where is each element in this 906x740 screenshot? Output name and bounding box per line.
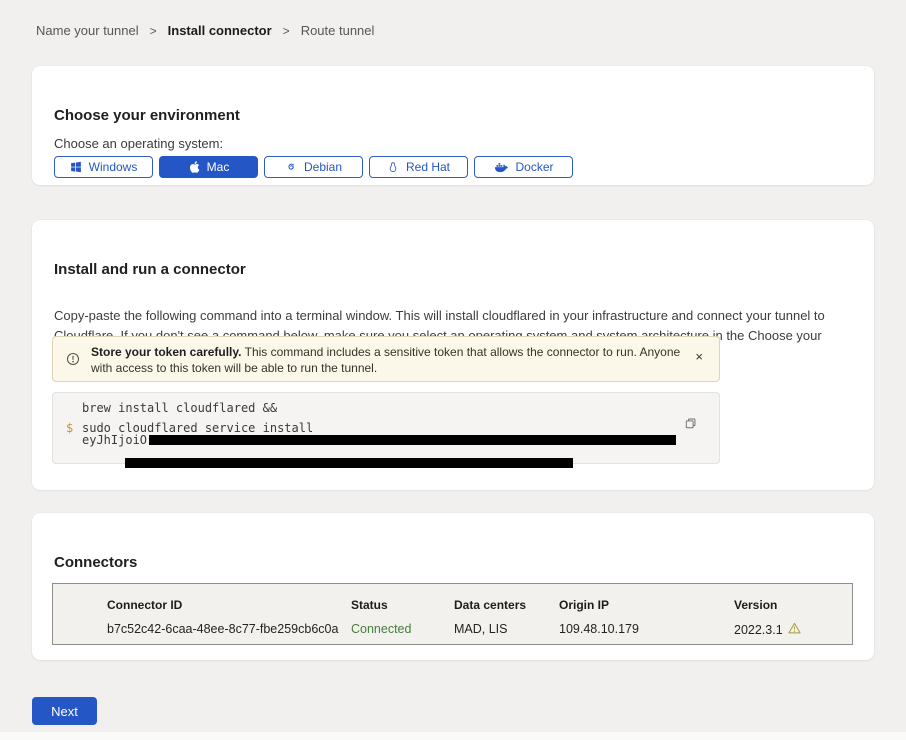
- breadcrumb-step-route-tunnel[interactable]: Route tunnel: [301, 23, 375, 38]
- close-icon[interactable]: ×: [691, 350, 707, 363]
- connectors-card: Connectors Connector ID b7c52c42-6caa-48…: [32, 513, 874, 660]
- code-prompt: $: [66, 421, 73, 435]
- os-select-label: Choose an operating system:: [54, 136, 223, 151]
- debian-icon: [285, 161, 297, 173]
- os-button-label: Debian: [304, 160, 342, 174]
- docker-icon: [493, 161, 508, 173]
- connector-id-header: Connector ID: [107, 598, 338, 612]
- connector-id-value: b7c52c42-6caa-48ee-8c77-fbe259cb6c0a: [107, 622, 338, 636]
- code-line-1: brew install cloudflared &&: [82, 401, 277, 415]
- token-warning-banner: Store your token carefully. This command…: [52, 336, 720, 382]
- token-warning-title: Store your token carefully.: [91, 345, 242, 359]
- install-connector-card: Install and run a connector Copy-paste t…: [32, 220, 874, 490]
- next-button[interactable]: Next: [32, 697, 97, 725]
- warning-triangle-icon: [788, 622, 801, 637]
- install-card-title: Install and run a connector: [54, 261, 246, 278]
- origin-ip-column: Origin IP 109.48.10.179: [559, 598, 639, 636]
- status-badge: Connected: [351, 622, 411, 636]
- os-button-label: Red Hat: [406, 160, 450, 174]
- breadcrumb-separator-icon: >: [150, 24, 157, 38]
- os-button-group: Windows Mac Debian Red Hat Docker: [54, 156, 573, 178]
- data-centers-value: MAD, LIS: [454, 622, 526, 636]
- status-column: Status Connected: [351, 598, 411, 636]
- os-button-redhat[interactable]: Red Hat: [369, 156, 468, 178]
- code-block: brew install cloudflared && $ sudo cloud…: [52, 392, 720, 464]
- os-button-label: Windows: [89, 160, 138, 174]
- redhat-icon: [387, 161, 399, 174]
- origin-ip-header: Origin IP: [559, 598, 639, 612]
- code-line-token-2: [82, 443, 573, 485]
- alert-circle-icon: [66, 352, 80, 371]
- version-value: 2022.3.1: [734, 622, 801, 637]
- bottom-strip: [0, 732, 906, 740]
- connectors-table: Connector ID b7c52c42-6caa-48ee-8c77-fbe…: [52, 583, 853, 645]
- data-centers-column: Data centers MAD, LIS: [454, 598, 526, 636]
- connector-id-column: Connector ID b7c52c42-6caa-48ee-8c77-fbe…: [107, 598, 338, 636]
- connectors-card-title: Connectors: [54, 554, 137, 571]
- environment-card: Choose your environment Choose an operat…: [32, 66, 874, 185]
- windows-icon: [70, 161, 82, 173]
- origin-ip-value: 109.48.10.179: [559, 622, 639, 636]
- os-button-docker[interactable]: Docker: [474, 156, 573, 178]
- os-button-mac[interactable]: Mac: [159, 156, 258, 178]
- token-warning-text: Store your token carefully. This command…: [91, 344, 699, 376]
- version-header: Version: [734, 598, 801, 612]
- status-header: Status: [351, 598, 411, 612]
- breadcrumb: Name your tunnel > Install connector > R…: [36, 23, 374, 38]
- os-button-debian[interactable]: Debian: [264, 156, 363, 178]
- data-centers-header: Data centers: [454, 598, 526, 612]
- breadcrumb-step-install-connector[interactable]: Install connector: [168, 23, 272, 38]
- environment-card-title: Choose your environment: [54, 107, 240, 124]
- version-column: Version 2022.3.1: [734, 598, 801, 637]
- os-button-label: Docker: [515, 160, 553, 174]
- breadcrumb-step-name-your-tunnel[interactable]: Name your tunnel: [36, 23, 139, 38]
- redacted-token-bar-2: [125, 458, 573, 468]
- breadcrumb-separator-icon: >: [283, 24, 290, 38]
- apple-icon: [188, 160, 200, 174]
- os-button-label: Mac: [207, 160, 230, 174]
- copy-icon[interactable]: [684, 417, 697, 433]
- version-number: 2022.3.1: [734, 623, 783, 637]
- os-button-windows[interactable]: Windows: [54, 156, 153, 178]
